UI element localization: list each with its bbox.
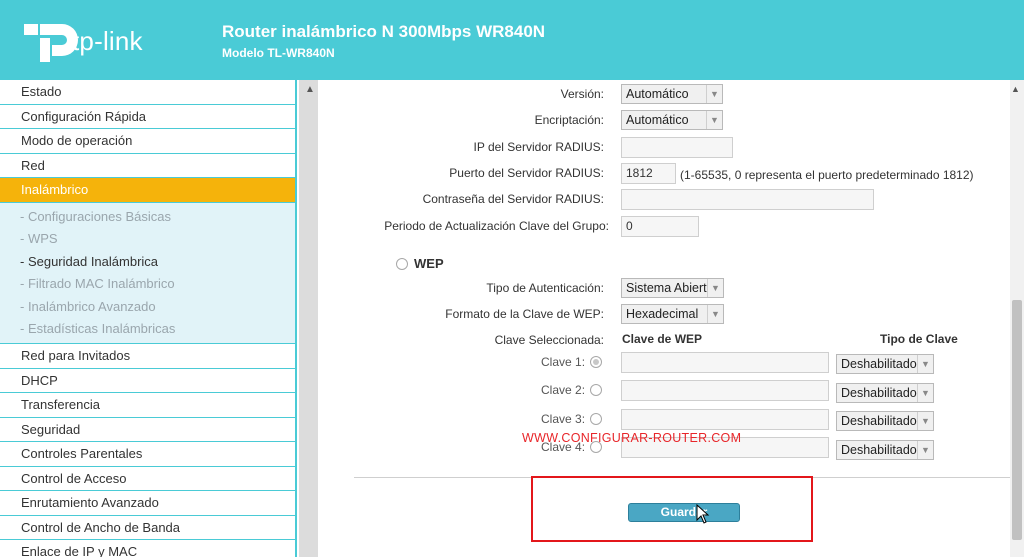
sidebar-item-transferencia[interactable]: Transferencia: [0, 393, 295, 418]
sidebar-item-modo-operacion[interactable]: Modo de operación: [0, 129, 295, 154]
key-2-input[interactable]: [621, 380, 829, 401]
page-title: Router inalámbrico N 300Mbps WR840N: [222, 22, 546, 41]
chevron-down-icon: ▼: [917, 412, 933, 430]
sidebar-item-control-ancho-banda[interactable]: Control de Ancho de Banda: [0, 515, 295, 541]
sidebar-subitem-configuraciones-basicas[interactable]: - Configuraciones Básicas: [0, 206, 295, 229]
selected-key-label: Clave Seleccionada:: [494, 333, 604, 347]
highlight-box: [531, 476, 813, 542]
sidebar-subitem-inalambrico-avanzado[interactable]: - Inalámbrico Avanzado: [0, 296, 295, 319]
sidebar-item-red[interactable]: Red: [0, 153, 295, 178]
scroll-up-arrow-icon[interactable]: ▲: [305, 84, 315, 95]
main-scrollbar-thumb[interactable]: [1012, 300, 1022, 540]
key-2-type-value: Deshabilitado: [841, 386, 917, 400]
key-format-label: Formato de la Clave de WEP:: [445, 307, 604, 321]
key-1-radio[interactable]: [590, 356, 602, 368]
key-1-type-value: Deshabilitado: [841, 357, 917, 371]
encryption-select[interactable]: Automático ▼: [621, 110, 723, 130]
sidebar-item-enlace-ip-mac[interactable]: Enlace de IP y MAC: [0, 540, 295, 557]
sidebar-scrollbar[interactable]: [299, 80, 318, 557]
radius-password-label: Contraseña del Servidor RADIUS:: [422, 192, 604, 206]
encryption-label: Encriptación:: [534, 113, 604, 127]
auth-type-label: Tipo de Autenticación:: [486, 281, 604, 295]
sidebar-subitem-filtrado-mac[interactable]: - Filtrado MAC Inalámbrico: [0, 273, 295, 296]
sidebar-item-estado[interactable]: Estado: [0, 80, 295, 105]
sidebar-item-control-acceso[interactable]: Control de Acceso: [0, 466, 295, 492]
key-3-radio[interactable]: [590, 413, 602, 425]
group-key-label: Periodo de Actualización Clave del Grupo…: [384, 219, 609, 233]
chevron-down-icon: ▼: [917, 355, 933, 373]
sidebar-subitem-seguridad-inalambrica[interactable]: - Seguridad Inalámbrica: [0, 251, 295, 274]
sidebar-item-dhcp[interactable]: DHCP: [0, 368, 295, 394]
key-1-label: Clave 1:: [541, 355, 586, 369]
sidebar-item-configuracion-rapida[interactable]: Configuración Rápida: [0, 104, 295, 129]
key-1-type-select[interactable]: Deshabilitado ▼: [836, 354, 934, 374]
sidebar-item-enrutamiento-avanzado[interactable]: Enrutamiento Avanzado: [0, 491, 295, 516]
radius-password-input[interactable]: [621, 189, 874, 210]
key-format-select-value: Hexadecimal: [626, 307, 699, 321]
radius-ip-label: IP del Servidor RADIUS:: [473, 140, 605, 154]
header-bar: tp-link Router inalámbrico N 300Mbps WR8…: [0, 0, 1024, 80]
radius-port-label: Puerto del Servidor RADIUS:: [449, 166, 604, 180]
radius-ip-input[interactable]: [621, 137, 733, 158]
chevron-down-icon: ▼: [707, 305, 723, 323]
group-key-input[interactable]: 0: [621, 216, 699, 237]
scroll-up-arrow-icon[interactable]: ▲: [1011, 84, 1020, 94]
radius-port-hint: (1-65535, 0 representa el puerto predete…: [680, 168, 974, 182]
wep-key-column-header: Clave de WEP: [622, 332, 703, 346]
auth-type-select-value: Sistema Abiert: [626, 281, 707, 295]
logo-text: tp-link: [72, 26, 143, 56]
sidebar-subitem-estadisticas[interactable]: - Estadísticas Inalámbricas: [0, 318, 295, 341]
key-2-label: Clave 2:: [541, 383, 586, 397]
sidebar-item-controles-parentales[interactable]: Controles Parentales: [0, 442, 295, 467]
key-1-input[interactable]: [621, 352, 829, 373]
radius-port-input[interactable]: 1812: [621, 163, 676, 184]
key-type-column-header: Tipo de Clave: [880, 332, 958, 346]
auth-type-select[interactable]: Sistema Abiert ▼: [621, 278, 724, 298]
chevron-down-icon: ▼: [706, 111, 722, 129]
key-3-input[interactable]: [621, 409, 829, 430]
chevron-down-icon: ▼: [707, 279, 723, 297]
mouse-pointer-icon: [696, 504, 710, 524]
version-select-value: Automático: [626, 87, 689, 101]
sidebar-item-inalambrico[interactable]: Inalámbrico: [0, 178, 295, 203]
sidebar-item-red-invitados[interactable]: Red para Invitados: [0, 344, 295, 369]
watermark-text: WWW.CONFIGURAR-ROUTER.COM: [522, 431, 742, 445]
chevron-down-icon: ▼: [917, 441, 933, 459]
wep-radio[interactable]: [396, 258, 408, 270]
sidebar-menu: Estado Configuración Rápida Modo de oper…: [0, 80, 297, 557]
sidebar-subitem-wps[interactable]: - WPS: [0, 228, 295, 251]
model-subtitle: Modelo TL-WR840N: [222, 46, 335, 60]
key-format-select[interactable]: Hexadecimal ▼: [621, 304, 724, 324]
key-2-radio[interactable]: [590, 384, 602, 396]
version-select[interactable]: Automático ▼: [621, 84, 723, 104]
version-label: Versión:: [560, 87, 604, 101]
encryption-select-value: Automático: [626, 113, 689, 127]
sidebar-submenu-inalambrico: - Configuraciones Básicas - WPS - Seguri…: [0, 202, 295, 345]
wep-label: WEP: [414, 256, 444, 271]
key-2-type-select[interactable]: Deshabilitado ▼: [836, 383, 934, 403]
key-3-label: Clave 3:: [541, 412, 586, 426]
key-3-type-value: Deshabilitado: [841, 414, 917, 428]
key-3-type-select[interactable]: Deshabilitado ▼: [836, 411, 934, 431]
key-4-type-select[interactable]: Deshabilitado ▼: [836, 440, 934, 460]
chevron-down-icon: ▼: [706, 85, 722, 103]
chevron-down-icon: ▼: [917, 384, 933, 402]
key-4-type-value: Deshabilitado: [841, 443, 917, 457]
sidebar-item-seguridad[interactable]: Seguridad: [0, 417, 295, 443]
